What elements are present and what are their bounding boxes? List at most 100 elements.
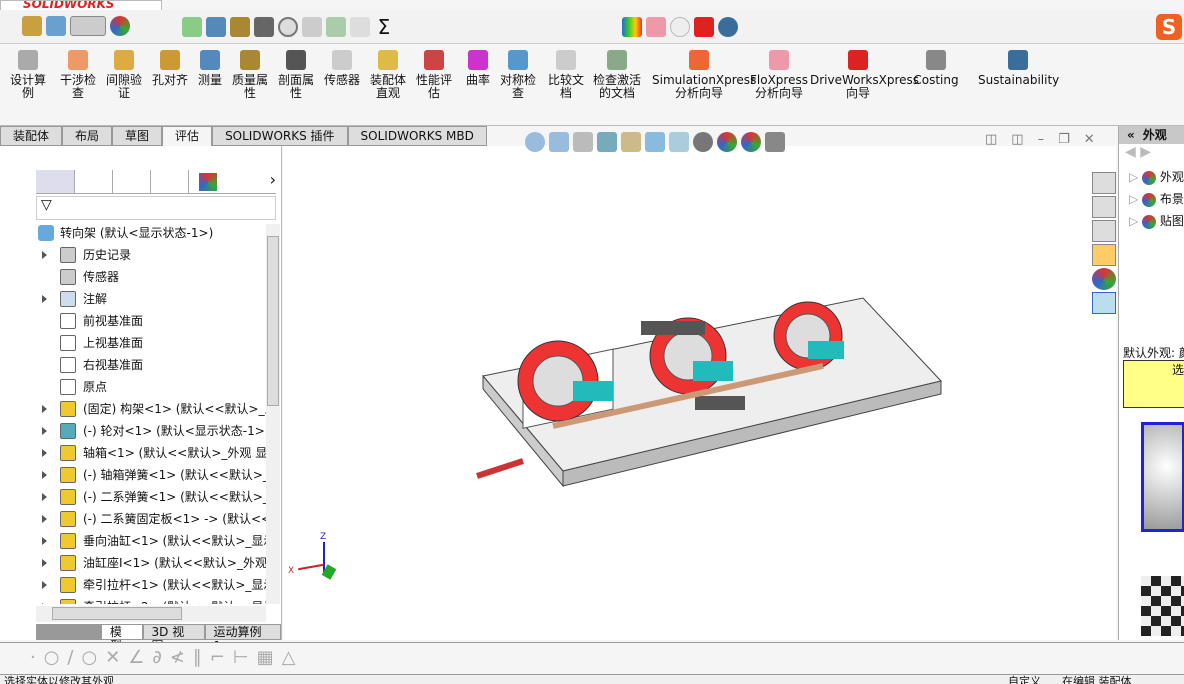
- previous-view-icon[interactable]: [573, 132, 593, 152]
- mass-properties-icon[interactable]: [230, 17, 250, 37]
- feature-tree-tab[interactable]: [36, 170, 74, 193]
- expand-arrow-icon[interactable]: [42, 559, 47, 567]
- appearance-folder[interactable]: ▷ 外观: [1129, 166, 1184, 188]
- chevron-right-icon[interactable]: ›: [226, 170, 276, 193]
- sketch-tools-icon[interactable]: ·○/○✕∠∂≮∥⌐⊢▦△: [30, 647, 303, 668]
- nav-arrows[interactable]: ◀ ▶: [1119, 144, 1184, 166]
- apply-scene-icon[interactable]: [741, 132, 761, 152]
- tree-vertical-scrollbar[interactable]: [266, 224, 280, 604]
- check-disabled-icon[interactable]: [670, 17, 690, 37]
- graphics-area[interactable]: Z X: [283, 132, 1116, 640]
- view-orientation-icon[interactable]: [645, 132, 665, 152]
- bottom-tab[interactable]: 运动算例 1: [204, 624, 281, 653]
- ribbon-button[interactable]: 剖面属性: [274, 50, 318, 100]
- sensor-icon[interactable]: [278, 17, 298, 37]
- ribbon-button[interactable]: 质量属性: [228, 50, 272, 100]
- select-button[interactable]: [70, 16, 106, 36]
- expand-arrow-icon[interactable]: ▷: [1129, 192, 1142, 206]
- simulationxpress-icon[interactable]: [622, 17, 642, 37]
- panel-right-icon[interactable]: ◫: [1011, 132, 1023, 147]
- display-manager-tab[interactable]: [188, 170, 226, 193]
- dimxpert-tab[interactable]: [150, 170, 188, 193]
- expand-arrow-icon[interactable]: [42, 471, 47, 479]
- appearance-swatch[interactable]: [1141, 422, 1184, 532]
- expand-arrow-icon[interactable]: [42, 493, 47, 501]
- expand-arrow-icon[interactable]: [42, 449, 47, 457]
- configuration-manager-tab[interactable]: [112, 170, 150, 193]
- file-explorer-icon[interactable]: [1092, 220, 1116, 242]
- home-icon[interactable]: [1092, 172, 1116, 194]
- close-icon[interactable]: ✕: [1084, 132, 1095, 147]
- collapse-icon[interactable]: «: [1119, 128, 1143, 142]
- ribbon-button[interactable]: 间隙验证: [104, 50, 144, 100]
- expand-arrow-icon[interactable]: ▷: [1129, 170, 1142, 184]
- design-library-icon[interactable]: [1092, 196, 1116, 218]
- dynamic-annotation-icon[interactable]: [621, 132, 641, 152]
- zoom-to-fit-icon[interactable]: [525, 132, 545, 152]
- appearance-folder[interactable]: ▷ 布景: [1129, 188, 1184, 210]
- minimize-icon[interactable]: –: [1038, 132, 1045, 147]
- section-properties-icon[interactable]: [254, 17, 274, 37]
- ribbon-button[interactable]: DriveWorksXpress 向导: [810, 50, 919, 100]
- ribbon-button[interactable]: 对称检查: [498, 50, 538, 100]
- input-method-icon[interactable]: S: [1156, 14, 1182, 40]
- expand-arrow-icon[interactable]: [42, 515, 47, 523]
- bottom-tab[interactable]: 模型: [100, 624, 143, 653]
- tab[interactable]: SOLIDWORKS 插件: [212, 126, 348, 146]
- ribbon-button[interactable]: 干涉检查: [56, 50, 100, 100]
- ribbon-button[interactable]: FloXpress 分析向导: [750, 50, 808, 100]
- driveworks-icon[interactable]: [694, 17, 714, 37]
- units-custom[interactable]: 自定义: [1008, 675, 1041, 684]
- bottom-tab[interactable]: 3D 视图: [142, 624, 205, 653]
- expand-arrow-icon[interactable]: [42, 603, 47, 604]
- sigma-icon[interactable]: Σ: [374, 17, 394, 37]
- view-settings-icon[interactable]: [765, 132, 785, 152]
- make-assembly-icon[interactable]: [46, 16, 66, 36]
- ribbon-button[interactable]: 比较文档: [544, 50, 588, 100]
- expand-arrow-icon[interactable]: [42, 537, 47, 545]
- performance-icon[interactable]: [302, 17, 322, 37]
- ribbon-button[interactable]: 检查激活的文档: [592, 50, 642, 100]
- zoom-area-icon[interactable]: [549, 132, 569, 152]
- floxpress-icon[interactable]: [646, 17, 666, 37]
- panel-left-icon[interactable]: ◫: [985, 132, 997, 147]
- appearance-folder[interactable]: ▷ 贴图: [1129, 210, 1184, 232]
- ribbon-button[interactable]: 性能评估: [412, 50, 456, 100]
- bogie-model[interactable]: [463, 286, 943, 516]
- ribbon-button[interactable]: SimulationXpress 分析向导: [652, 50, 756, 100]
- expand-arrow-icon[interactable]: ▷: [1129, 214, 1142, 228]
- filter-icon[interactable]: ▽: [36, 196, 276, 220]
- hide-show-icon[interactable]: [693, 132, 713, 152]
- checker-swatch[interactable]: [1141, 576, 1184, 636]
- ribbon-button[interactable]: 孔对齐: [148, 50, 192, 87]
- ribbon-button[interactable]: 传感器: [320, 50, 364, 87]
- tab[interactable]: SOLIDWORKS MBD: [347, 126, 487, 146]
- display-style-icon[interactable]: [669, 132, 689, 152]
- tab-nav-arrows[interactable]: [36, 624, 101, 640]
- ribbon-button[interactable]: 曲率: [460, 50, 496, 87]
- ribbon-button[interactable]: Sustainability: [978, 50, 1059, 87]
- expand-arrow-icon[interactable]: [42, 295, 47, 303]
- tree-horizontal-scrollbar[interactable]: [36, 606, 266, 622]
- tab[interactable]: 装配体: [0, 126, 63, 146]
- restore-icon[interactable]: ❐: [1058, 132, 1070, 147]
- tab[interactable]: 评估: [162, 126, 213, 146]
- ribbon-button[interactable]: Costing: [910, 50, 962, 87]
- tab[interactable]: 草图: [112, 126, 163, 146]
- ribbon-button[interactable]: 设计算例: [8, 50, 48, 100]
- ribbon-button[interactable]: 测量: [194, 50, 226, 87]
- expand-arrow-icon[interactable]: [42, 427, 47, 435]
- measure-icon[interactable]: [206, 17, 226, 37]
- tab[interactable]: 布局: [62, 126, 113, 146]
- spell-check-icon[interactable]: [182, 17, 202, 37]
- property-manager-tab[interactable]: [74, 170, 112, 193]
- check-icon[interactable]: [326, 17, 346, 37]
- view-palette-icon[interactable]: [1092, 244, 1116, 266]
- expand-arrow-icon[interactable]: [42, 405, 47, 413]
- edit-appearance-icon[interactable]: [717, 132, 737, 152]
- appearances-icon[interactable]: [1092, 268, 1116, 290]
- sustainability-icon[interactable]: [718, 17, 738, 37]
- expand-arrow-icon[interactable]: [42, 581, 47, 589]
- custom-properties-icon[interactable]: [1092, 292, 1116, 314]
- section-view-icon[interactable]: [597, 132, 617, 152]
